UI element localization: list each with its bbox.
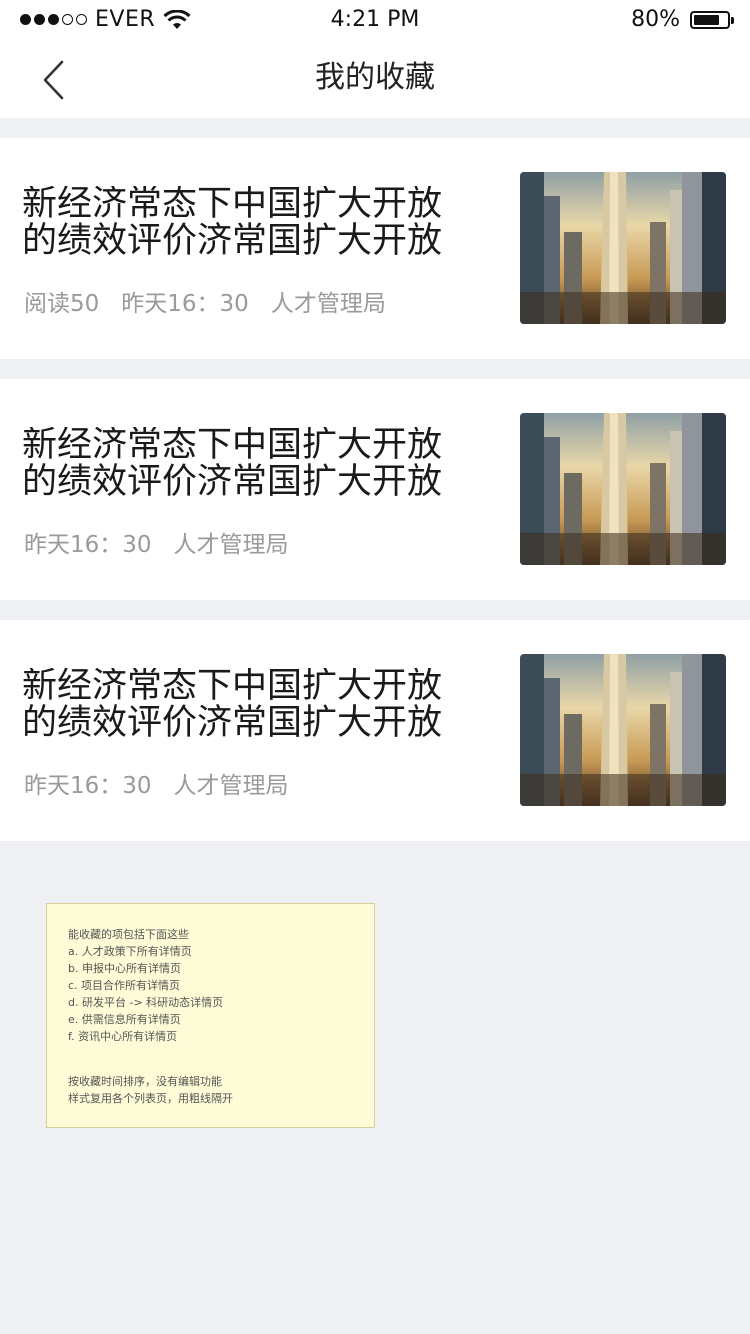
- article-meta: 昨天16：30 人才管理局: [24, 766, 311, 800]
- article-thumbnail: [520, 413, 726, 565]
- note-footer-line: 按收藏时间排序，没有编辑功能: [68, 1075, 222, 1088]
- annotation-note: 能收藏的项包括下面这些 a. 人才政策下所有详情页 b. 申报中心所有详情页 c…: [46, 903, 375, 1128]
- note-footer-line: 样式复用各个列表页，用粗线隔开: [68, 1092, 233, 1105]
- note-heading: 能收藏的项包括下面这些: [68, 928, 189, 941]
- article-title: 新经济常态下中国扩大开放的绩效评价济常国扩大开放: [22, 427, 443, 501]
- note-item: d. 研发平台 -> 科研动态详情页: [68, 996, 224, 1009]
- article-meta: 昨天16：30 人才管理局: [24, 525, 311, 559]
- article-card[interactable]: 新经济常态下中国扩大开放的绩效评价济常国扩大开放 阅读50 昨天16：30 人才管理…: [0, 138, 750, 359]
- page-title: 我的收藏: [315, 60, 435, 95]
- note-item: c. 项目合作所有详情页: [68, 979, 181, 992]
- article-time: 昨天16：30: [121, 291, 249, 317]
- note-item: a. 人才政策下所有详情页: [68, 945, 192, 958]
- article-time: 昨天16：30: [24, 773, 152, 799]
- status-right: 80%: [631, 7, 734, 32]
- article-reads: 阅读50: [24, 291, 100, 317]
- article-title: 新经济常态下中国扩大开放的绩效评价济常国扩大开放: [22, 668, 443, 742]
- article-card[interactable]: 新经济常态下中国扩大开放的绩效评价济常国扩大开放 昨天16：30 人才管理局: [0, 620, 750, 841]
- article-source: 人才管理局: [173, 532, 289, 558]
- nav-bar: 我的收藏: [0, 40, 750, 118]
- article-source: 人才管理局: [173, 773, 289, 799]
- battery-percent: 80%: [631, 7, 680, 32]
- article-thumbnail: [520, 654, 726, 806]
- note-item: b. 申报中心所有详情页: [68, 962, 181, 975]
- article-card[interactable]: 新经济常态下中国扩大开放的绩效评价济常国扩大开放 昨天16：30 人才管理局: [0, 379, 750, 600]
- note-item: e. 供需信息所有详情页: [68, 1013, 181, 1026]
- article-time: 昨天16：30: [24, 532, 152, 558]
- article-source: 人才管理局: [270, 291, 386, 317]
- battery-icon: [690, 10, 734, 29]
- article-title: 新经济常态下中国扩大开放的绩效评价济常国扩大开放: [22, 186, 443, 260]
- article-thumbnail: [520, 172, 726, 324]
- article-meta: 阅读50 昨天16：30 人才管理局: [24, 284, 408, 318]
- note-item: f. 资讯中心所有详情页: [68, 1030, 178, 1043]
- status-bar: EVER 4:21 PM 80%: [0, 0, 750, 40]
- battery-fill: [694, 14, 719, 25]
